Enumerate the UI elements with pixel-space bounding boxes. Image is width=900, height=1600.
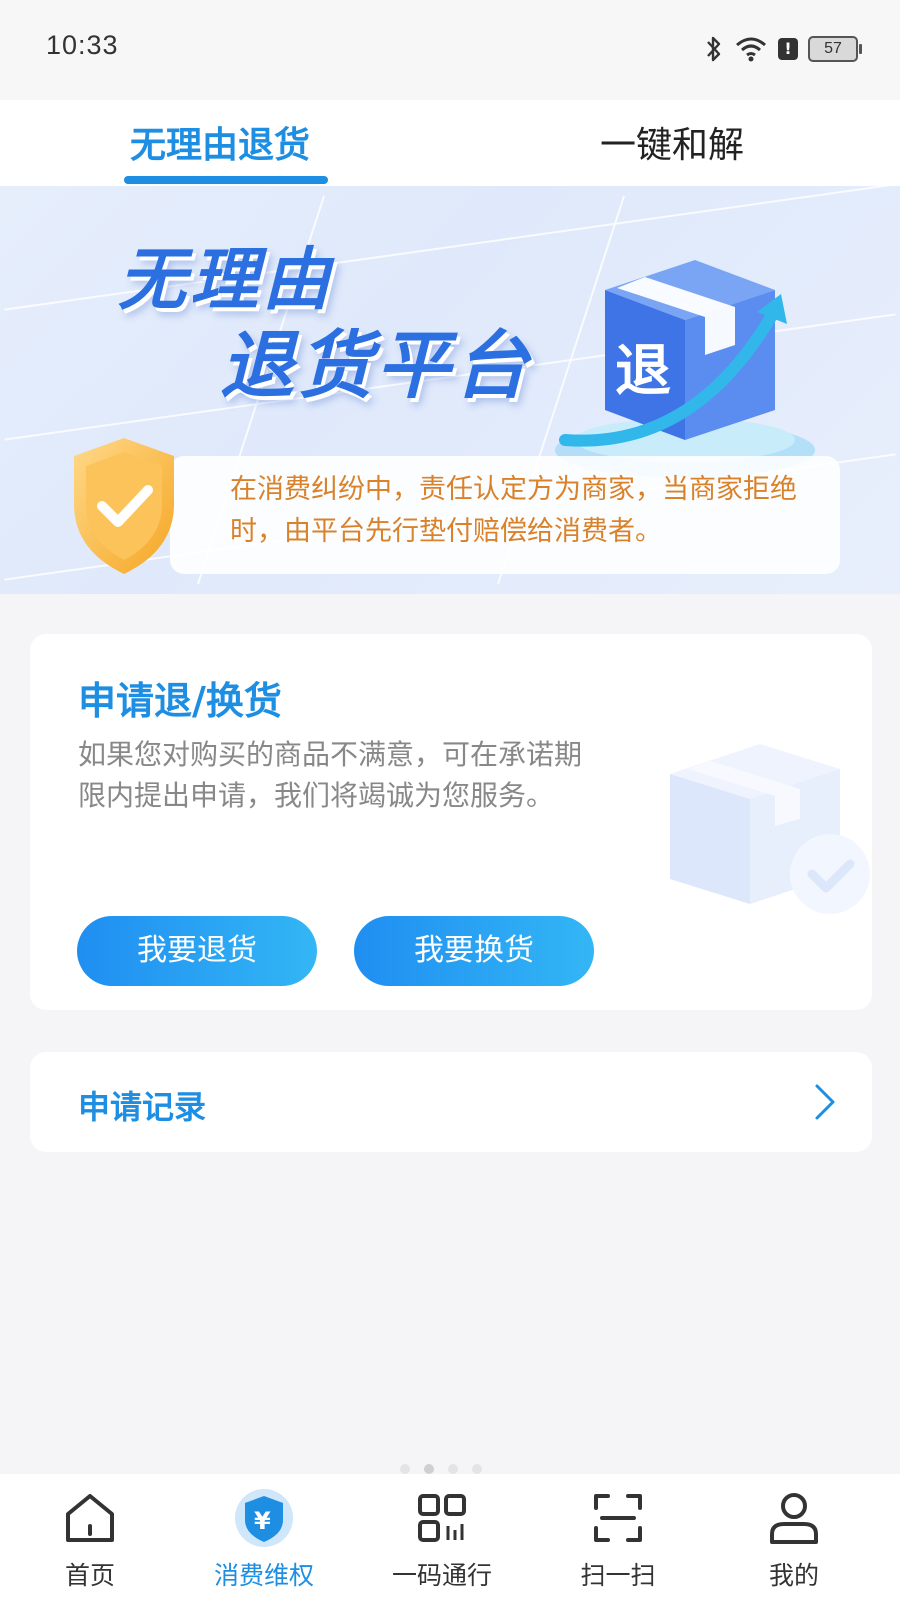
bluetooth-icon <box>707 36 721 62</box>
tab-one-click-settlement[interactable]: 一键和解 <box>600 116 744 168</box>
banner-info-text: 在消费纠纷中，责任认定方为商家，当商家拒绝时，由平台先行垫付赔偿给消费者。 <box>230 474 797 547</box>
svg-text:¥: ¥ <box>254 1507 271 1535</box>
nav-profile-label: 我的 <box>768 1561 819 1590</box>
battery-icon: 57 <box>808 36 862 62</box>
yuan-shield-icon: ¥ <box>235 1489 293 1547</box>
nav-qr-code[interactable]: 一码通行 <box>352 1474 532 1600</box>
page-dot <box>472 1464 482 1474</box>
nav-consumer-rights[interactable]: ¥ 消费维权 <box>174 1474 354 1600</box>
status-bar: 10:33 ! 57 <box>0 0 900 100</box>
nav-qr-code-label: 一码通行 <box>391 1561 492 1590</box>
nav-home-label: 首页 <box>64 1561 115 1590</box>
tab-active-indicator <box>124 176 328 184</box>
banner-title-line2: 退货平台 <box>220 323 532 409</box>
home-icon <box>66 1494 114 1542</box>
page-dot <box>400 1464 410 1474</box>
chevron-right-icon <box>815 1084 835 1120</box>
wifi-icon <box>736 37 766 62</box>
nav-consumer-rights-label: 消费维权 <box>213 1561 314 1590</box>
nav-home[interactable]: 首页 <box>0 1474 180 1600</box>
return-button[interactable]: 我要退货 <box>77 916 317 986</box>
tab-bar: 无理由退货 一键和解 <box>0 100 900 186</box>
box-label: 退 <box>615 339 671 404</box>
nav-scan[interactable]: 扫一扫 <box>528 1474 708 1600</box>
apply-card-title: 申请退/换货 <box>78 679 282 723</box>
nav-profile[interactable]: 我的 <box>704 1474 884 1600</box>
status-time: 10:33 <box>46 30 119 60</box>
tab-no-reason-return[interactable]: 无理由退货 <box>130 116 310 168</box>
status-icons: ! 57 <box>704 34 862 64</box>
apply-card-description: 如果您对购买的商品不满意，可在承诺期限内提出申请，我们将竭诚为您服务。 <box>78 738 583 812</box>
promo-banner: 无理由 退货平台 退 在消费纠纷中，责任认定方为商家，当商家拒绝时，由平台先行垫… <box>0 186 900 594</box>
qr-code-icon <box>418 1494 466 1542</box>
page-dot <box>448 1464 458 1474</box>
exchange-button[interactable]: 我要换货 <box>354 916 594 986</box>
application-records-label: 申请记录 <box>78 1088 207 1126</box>
return-box-icon: 退 <box>555 260 815 478</box>
bottom-nav: 首页 ¥ 消费维权 一码通行 扫一扫 我的 <box>0 1474 900 1600</box>
nav-scan-label: 扫一扫 <box>580 1561 656 1590</box>
package-check-icon <box>670 744 870 914</box>
shield-check-icon <box>74 438 174 574</box>
scan-icon <box>594 1494 642 1542</box>
alert-icon: ! <box>778 38 798 60</box>
user-icon <box>770 1493 818 1544</box>
apply-card: 申请退/换货 如果您对购买的商品不满意，可在承诺期限内提出申请，我们将竭诚为您服… <box>30 634 872 1010</box>
page-dot-active <box>424 1464 434 1474</box>
application-records-row[interactable]: 申请记录 <box>30 1052 872 1152</box>
page-indicator <box>400 1464 482 1474</box>
